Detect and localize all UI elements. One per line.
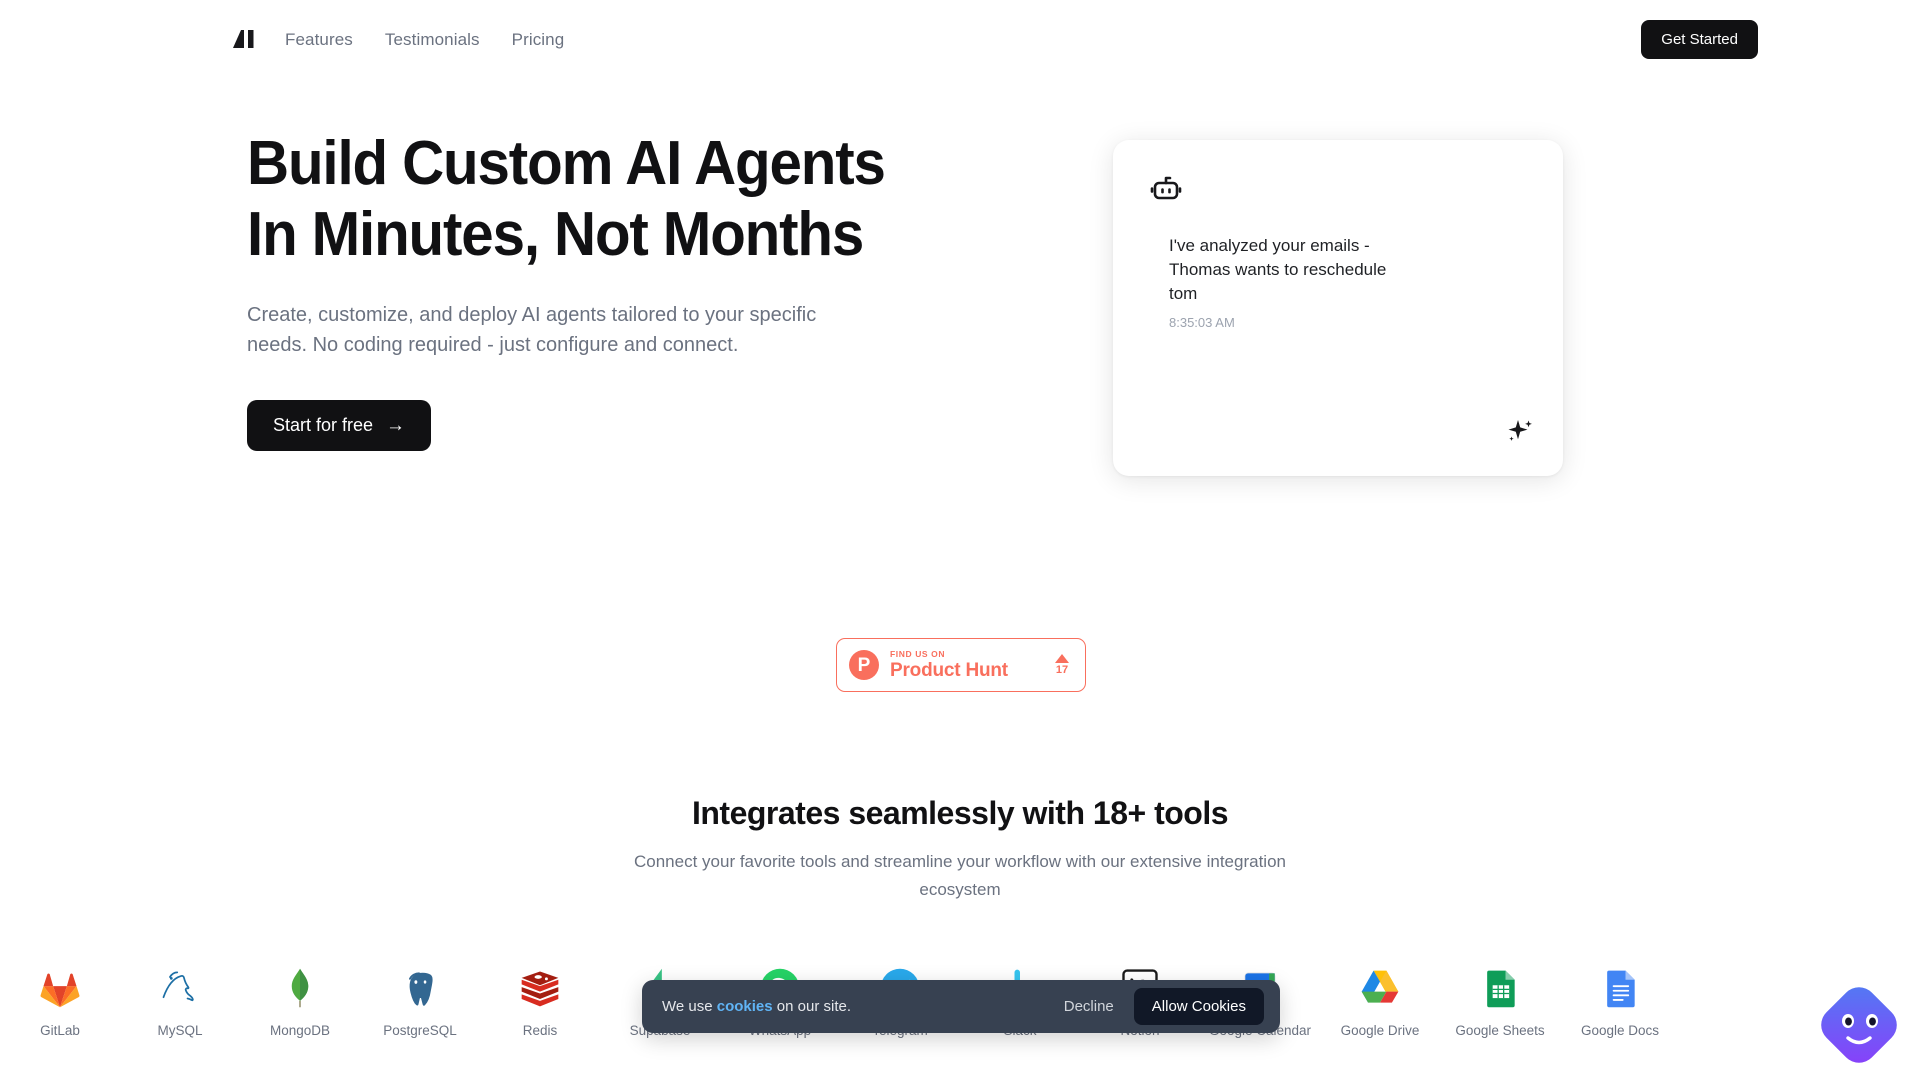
integration-item-google-sheets[interactable]: Google Sheets bbox=[1440, 963, 1560, 1038]
product-hunt-logo-icon: P bbox=[849, 650, 879, 680]
nav-links: Features Testimonials Pricing bbox=[285, 0, 564, 80]
product-hunt-text: FIND US ON Product Hunt bbox=[890, 649, 1055, 681]
integration-item-gitlab[interactable]: GitLab bbox=[0, 963, 120, 1038]
integration-label: Redis bbox=[522, 1023, 558, 1038]
agent-message-card: I've analyzed your emails - Thomas wants… bbox=[1113, 140, 1563, 476]
get-started-button[interactable]: Get Started bbox=[1641, 20, 1758, 59]
hero-content: Build Custom AI Agents In Minutes, Not M… bbox=[247, 128, 1007, 451]
integration-item-mysql[interactable]: MySQL bbox=[120, 963, 240, 1038]
product-hunt-find-us-on: FIND US ON bbox=[890, 649, 946, 659]
integration-item-google-drive[interactable]: Google Drive bbox=[1320, 963, 1440, 1038]
integration-item-google-docs[interactable]: Google Docs bbox=[1560, 963, 1680, 1038]
agent-message-time: 8:35:03 AM bbox=[1169, 315, 1235, 330]
hero-title-line1: Build Custom AI Agents bbox=[247, 129, 886, 198]
product-hunt-upvote[interactable]: 17 bbox=[1055, 654, 1069, 676]
top-navigation: Features Testimonials Pricing Get Starte… bbox=[0, 0, 1920, 80]
nav-link-pricing[interactable]: Pricing bbox=[512, 30, 565, 50]
cookie-banner: We use cookies on our site. Decline Allo… bbox=[642, 980, 1280, 1033]
integration-label: Google Sheets bbox=[1455, 1023, 1545, 1038]
decline-cookies-button[interactable]: Decline bbox=[1064, 998, 1114, 1015]
google-docs-icon bbox=[1595, 963, 1645, 1013]
ai-logo-icon bbox=[233, 30, 254, 48]
integration-item-postgresql[interactable]: PostgreSQL bbox=[360, 963, 480, 1038]
integration-item-redis[interactable]: Redis bbox=[480, 963, 600, 1038]
integration-label: PostgreSQL bbox=[383, 1023, 457, 1038]
mysql-icon bbox=[155, 963, 205, 1013]
cta-label: Start for free bbox=[273, 415, 374, 435]
integrations-header: Integrates seamlessly with 18+ tools Con… bbox=[0, 795, 1920, 904]
upvote-count: 17 bbox=[1055, 664, 1069, 676]
cookie-banner-text: We use cookies on our site. bbox=[662, 998, 1064, 1015]
redis-icon bbox=[515, 963, 565, 1013]
integration-label: MongoDB bbox=[269, 1023, 331, 1038]
cookie-text-after: on our site. bbox=[772, 998, 852, 1015]
product-hunt-name: Product Hunt bbox=[890, 660, 1008, 681]
nav-link-features[interactable]: Features bbox=[285, 30, 353, 50]
integration-label: Google Drive bbox=[1340, 1023, 1420, 1038]
robot-icon bbox=[1149, 172, 1183, 209]
cookie-text-before: We use bbox=[662, 998, 717, 1015]
mongodb-icon bbox=[275, 963, 325, 1013]
integration-item-mongodb[interactable]: MongoDB bbox=[240, 963, 360, 1038]
chat-widget-button[interactable] bbox=[1810, 976, 1908, 1074]
postgresql-icon bbox=[395, 963, 445, 1013]
integration-label: GitLab bbox=[40, 1023, 80, 1038]
integrations-subtitle: Connect your favorite tools and streamli… bbox=[634, 852, 1286, 899]
gitlab-icon bbox=[35, 963, 85, 1013]
agent-message-text: I've analyzed your emails - Thomas wants… bbox=[1169, 236, 1387, 303]
hero-subtitle: Create, customize, and deploy AI agents … bbox=[247, 304, 817, 356]
google-sheets-icon bbox=[1475, 963, 1525, 1013]
integrations-title: Integrates seamlessly with 18+ tools bbox=[691, 795, 1229, 831]
integration-label: MySQL bbox=[157, 1023, 203, 1038]
arrow-right-icon: → bbox=[386, 415, 406, 436]
start-for-free-button[interactable]: Start for free → bbox=[247, 400, 432, 451]
landing-page: Features Testimonials Pricing Get Starte… bbox=[0, 0, 1920, 1080]
product-hunt-badge[interactable]: P FIND US ON Product Hunt 17 bbox=[836, 638, 1086, 692]
sparkle-icon bbox=[1505, 417, 1535, 452]
upvote-triangle-icon bbox=[1055, 654, 1069, 663]
chat-face-icon bbox=[1821, 987, 1897, 1063]
ai-logo[interactable] bbox=[228, 22, 262, 56]
page-title: Build Custom AI Agents In Minutes, Not M… bbox=[247, 128, 961, 270]
google-drive-icon bbox=[1355, 963, 1405, 1013]
cookies-link[interactable]: cookies bbox=[717, 998, 773, 1015]
integration-label: Google Docs bbox=[1580, 1023, 1660, 1038]
hero-title-line2: In Minutes, Not Months bbox=[247, 200, 864, 269]
nav-link-testimonials[interactable]: Testimonials bbox=[385, 30, 480, 50]
allow-cookies-button[interactable]: Allow Cookies bbox=[1133, 988, 1264, 1025]
